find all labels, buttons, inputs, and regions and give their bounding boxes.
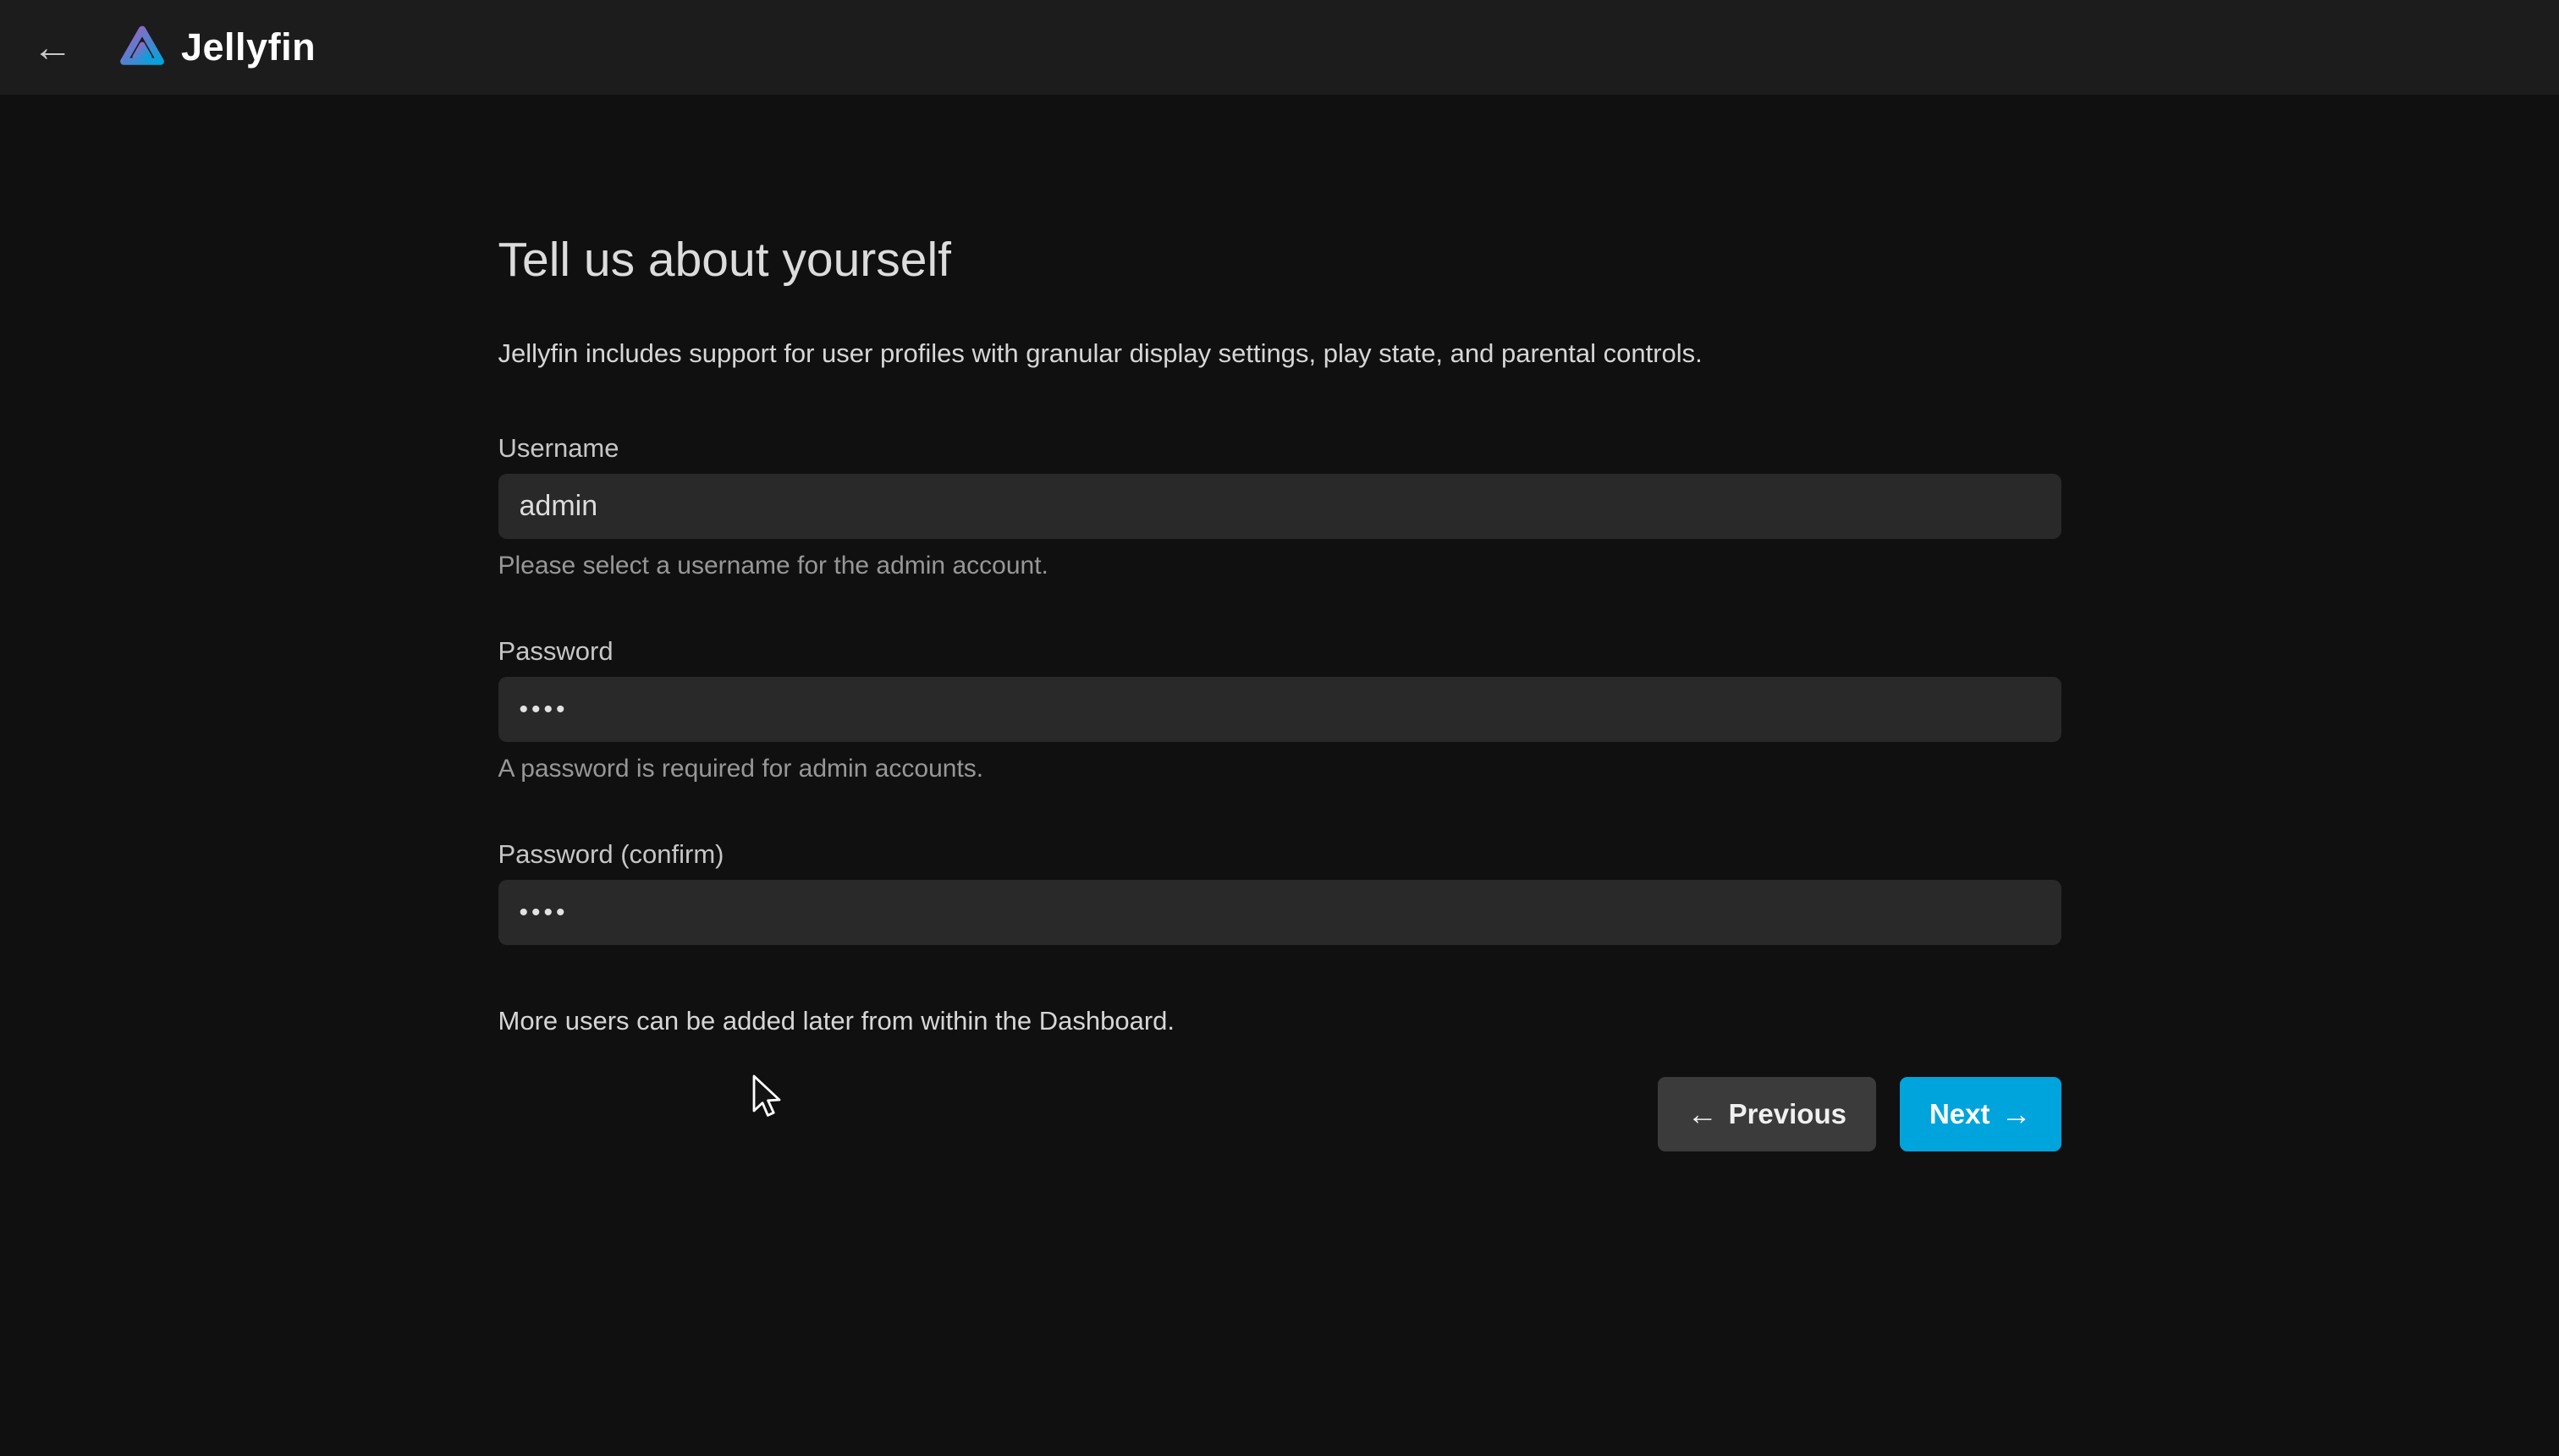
password-confirm-label: Password (confirm) (498, 839, 2061, 870)
setup-wizard-user-page: Tell us about yourself Jellyfin includes… (498, 95, 2061, 1151)
username-label: Username (498, 433, 2061, 464)
jellyfin-logo-icon (115, 20, 169, 74)
password-input[interactable] (498, 677, 2061, 742)
password-label: Password (498, 636, 2061, 667)
next-button[interactable]: Next → (1900, 1077, 2061, 1151)
password-confirm-input[interactable] (498, 880, 2061, 945)
app-title: Jellyfin (181, 25, 316, 69)
next-button-label: Next (1929, 1098, 1990, 1130)
username-field-group: Username Please select a username for th… (498, 433, 2061, 580)
arrow-left-icon: ← (32, 25, 73, 71)
password-confirm-field-group: Password (confirm) (498, 839, 2061, 945)
jellyfin-logo: Jellyfin (115, 20, 316, 74)
back-button[interactable]: ← (25, 20, 80, 74)
username-input[interactable] (498, 474, 2061, 539)
arrow-left-icon: ← (1687, 1099, 1718, 1129)
previous-button[interactable]: ← Previous (1658, 1077, 1876, 1151)
page-description: Jellyfin includes support for user profi… (498, 338, 2061, 369)
app-header: ← Jellyfin (0, 0, 2559, 95)
password-field-group: Password A password is required for admi… (498, 636, 2061, 783)
password-helper-text: A password is required for admin account… (498, 755, 2061, 783)
footer-note: More users can be added later from withi… (498, 1006, 2061, 1036)
username-helper-text: Please select a username for the admin a… (498, 552, 2061, 580)
wizard-nav-buttons: ← Previous Next → (498, 1077, 2061, 1151)
previous-button-label: Previous (1729, 1098, 1846, 1130)
page-title: Tell us about yourself (498, 232, 2061, 288)
arrow-right-icon: → (2001, 1099, 2032, 1129)
